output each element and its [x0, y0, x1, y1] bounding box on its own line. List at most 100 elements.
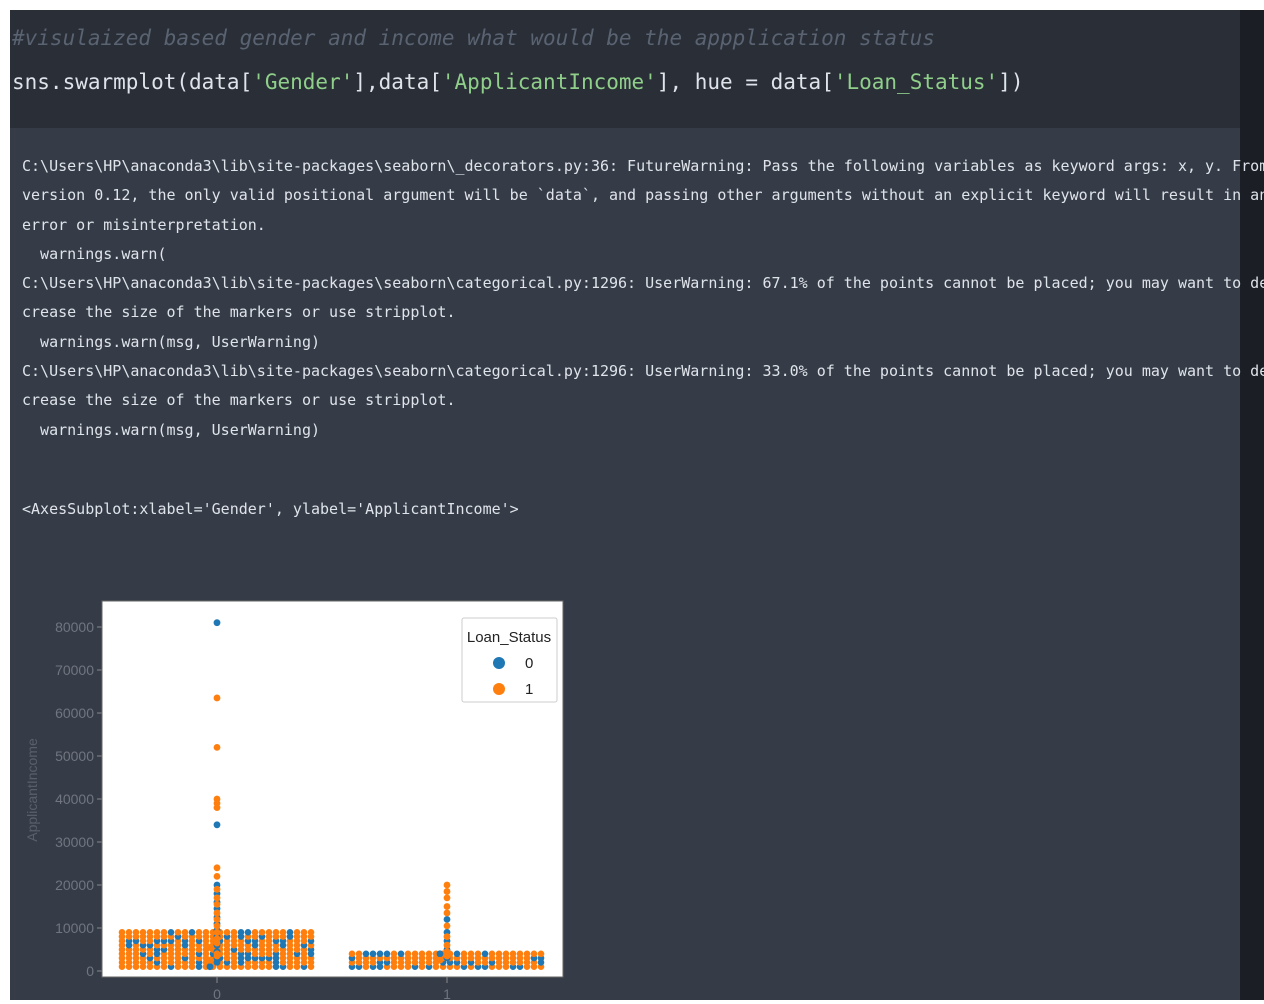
output-line: crease the size of the markers or use st… — [22, 391, 456, 410]
swarm-band-point — [237, 929, 245, 936]
data-point-series-1 — [213, 900, 221, 908]
data-point-series-1 — [213, 694, 221, 702]
data-point-series-1 — [443, 909, 451, 917]
data-point-series-1 — [436, 956, 444, 964]
output-line: version 0.12, the only valid positional … — [22, 186, 1264, 205]
swarm-band-point — [195, 929, 203, 936]
swarm-band-point — [383, 950, 391, 958]
axes-repr-output: <AxesSubplot:xlabel='Gender', ylabel='Ap… — [22, 500, 519, 518]
swarm-band-point — [481, 950, 489, 958]
y-tick-label: 60000 — [55, 705, 94, 721]
swarm-band-point — [397, 950, 405, 958]
swarm-band-point — [181, 929, 189, 936]
data-point-series-1 — [213, 916, 221, 923]
data-point-series-1 — [206, 943, 214, 951]
swarm-band-point — [376, 950, 384, 958]
swarm-band-point — [362, 950, 370, 958]
y-tick-label: 40000 — [55, 791, 94, 807]
data-point-series-1 — [213, 922, 221, 930]
data-point-series-1 — [213, 939, 221, 947]
swarm-band-point — [537, 950, 545, 958]
data-point-series-0 — [213, 959, 221, 966]
data-point-series-0 — [213, 619, 221, 627]
swarm-band-point — [369, 950, 377, 958]
swarm-band-point — [502, 950, 510, 958]
data-point-series-0 — [443, 916, 451, 923]
swarm-band-point — [223, 929, 231, 936]
swarm-band-point — [251, 929, 259, 936]
data-point-series-1 — [443, 941, 451, 949]
swarm-band-point — [146, 929, 154, 936]
data-point-series-1 — [206, 956, 214, 964]
data-point-series-1 — [213, 928, 221, 936]
data-point-series-1 — [213, 744, 221, 751]
output-line: C:\Users\HP\anaconda3\lib\site-packages\… — [22, 274, 1264, 293]
legend-label: 0 — [525, 655, 533, 672]
swarm-band-point — [467, 950, 475, 958]
legend-title: Loan_Status — [467, 629, 551, 646]
y-tick-label: 70000 — [55, 662, 94, 678]
y-tick-label: 50000 — [55, 748, 94, 764]
swarm-band-point — [125, 929, 133, 936]
swarm-band-point — [411, 950, 419, 958]
swarm-band-point — [139, 929, 147, 936]
legend-label: 1 — [525, 681, 533, 698]
y-tick-label: 80000 — [55, 619, 94, 635]
code-token: ],data[ — [353, 70, 442, 94]
y-tick-label: 30000 — [55, 834, 94, 850]
data-point-series-0 — [436, 950, 444, 958]
output-line: C:\Users\HP\anaconda3\lib\site-packages\… — [22, 362, 1264, 381]
data-point-series-1 — [213, 873, 221, 880]
output-line: crease the size of the markers or use st… — [22, 303, 456, 322]
swarm-band-point — [272, 929, 280, 936]
swarm-band-point — [509, 950, 517, 958]
plot-output: 0 10000 20000 30000 40000 50000 60000 70000 8000… — [10, 590, 610, 1004]
data-point-series-1 — [443, 881, 451, 889]
code-input-cell[interactable]: #visulaized based gender and income what… — [10, 10, 1240, 128]
legend: Loan_Status 0 1 — [461, 617, 558, 703]
swarm-band-point — [460, 950, 468, 958]
y-tick-label: 10000 — [55, 920, 94, 936]
swarmplot-chart: 0 10000 20000 30000 40000 50000 60000 70000 8000… — [24, 600, 564, 1002]
y-axis: 0 10000 20000 30000 40000 50000 60000 70000 8000… — [24, 619, 102, 979]
output-line: warnings.warn(msg, UserWarning) — [22, 332, 321, 351]
swarm-band-point — [300, 929, 308, 936]
swarm-band-point — [153, 929, 161, 936]
code-token: ], hue = data[ — [656, 70, 834, 94]
data-point-series-1 — [443, 894, 451, 902]
swarm-band-point — [488, 950, 496, 958]
swarm-band-point — [167, 929, 175, 936]
notebook-cell: #visulaized based gender and income what… — [10, 10, 1264, 1002]
x-tick-label: 1 — [443, 986, 451, 1000]
code-string-literal: 'Gender' — [252, 70, 354, 94]
output-line: warnings.warn( — [22, 244, 167, 263]
swarm-band-point — [453, 950, 461, 958]
data-point-series-1 — [443, 933, 451, 940]
swarm-band-point — [279, 929, 287, 936]
data-point-series-1 — [213, 894, 221, 902]
data-point-series-1 — [213, 952, 221, 960]
swarm-band-point — [390, 950, 398, 958]
data-point-series-1 — [443, 922, 451, 930]
swarm-band-point — [425, 950, 433, 958]
data-point-series-0 — [206, 963, 214, 971]
swarm-band-point — [495, 950, 503, 958]
swarm-band-point — [244, 929, 252, 936]
swarm-band-point — [307, 929, 315, 936]
data-point-series-1 — [443, 903, 451, 910]
code-string-literal: 'ApplicantIncome' — [441, 70, 657, 94]
code-token: sns.swarmplot(data[ — [12, 70, 253, 94]
y-tick-label: 0 — [86, 963, 94, 979]
swarm-band-point — [118, 929, 126, 936]
x-tick-label: 0 — [213, 986, 221, 1000]
swarm-band-point — [530, 950, 538, 958]
swarm-band-point — [348, 950, 356, 958]
code-comment: #visulaized based gender and income what… — [12, 26, 935, 50]
swarm-band-point — [132, 929, 140, 936]
code-token: ]) — [998, 70, 1024, 94]
swarm-band-point — [516, 950, 524, 958]
output-line: warnings.warn(msg, UserWarning) — [22, 420, 321, 439]
x-axis: 01 — [213, 977, 451, 1002]
swarm-band-point — [202, 929, 210, 936]
swarm-band-point — [404, 950, 412, 958]
